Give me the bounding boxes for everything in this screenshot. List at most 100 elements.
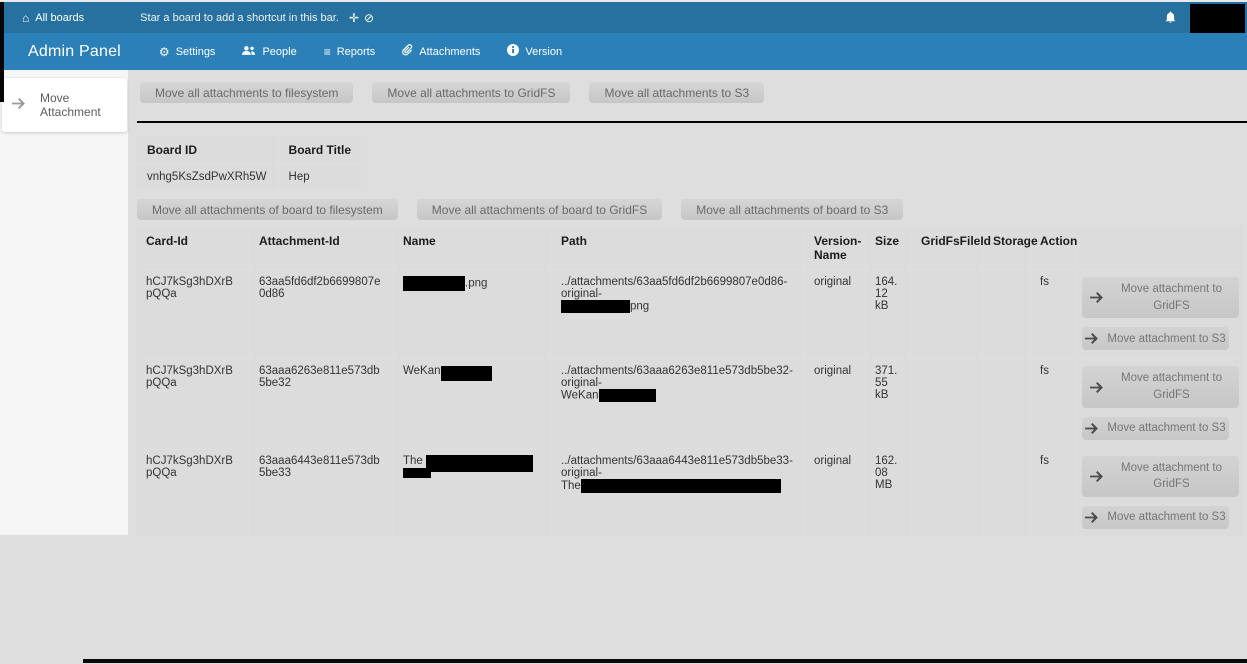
notifications-bell-icon[interactable] [1165, 11, 1176, 24]
tab-attachments-label: Attachments [419, 46, 480, 58]
window-edge-strip [0, 2, 4, 102]
size-cell: 164.12 kB [866, 270, 910, 357]
card-id-header: Card-Id [137, 228, 248, 268]
storage-cell [984, 270, 1029, 357]
move-board-to-filesystem-button[interactable]: Move all attachments of board to filesys… [137, 199, 398, 220]
attachment-id-header: Attachment-Id [250, 228, 392, 268]
paperclip-icon [402, 44, 413, 60]
star-board-hint: Star a board to add a shortcut in this b… [140, 12, 339, 24]
divider [137, 121, 1247, 123]
tab-version[interactable]: Version [507, 44, 562, 60]
tab-people[interactable]: People [242, 44, 296, 60]
main-content: Move all attachments to filesystem Move … [137, 70, 1247, 538]
name-cell: The [394, 449, 550, 536]
all-boards-link[interactable]: ⌂ All boards [22, 12, 84, 24]
move-board-to-s3-button[interactable]: Move all attachments of board to S3 [681, 199, 903, 220]
attachment-id-cell: 63aaa6443e811e573db5be33 [250, 449, 392, 536]
user-menu-redacted[interactable] [1190, 4, 1245, 33]
all-boards-label: All boards [35, 12, 84, 24]
move-attachment-to-s3-button[interactable]: Move attachment to S3 [1082, 327, 1229, 350]
admin-panel-header: Admin Panel ⚙ Settings People ≡ Reports … [0, 33, 1247, 70]
action-cell: fs [1031, 270, 1074, 357]
arrow-right-icon [12, 98, 25, 112]
tab-people-label: People [262, 46, 296, 58]
name-cell: .png [394, 270, 550, 357]
card-id-cell: hCJ7kSg3hDXrBpQQa [137, 270, 248, 357]
action-cell: fs [1031, 449, 1074, 536]
move-cross-icon[interactable]: ✛ [349, 12, 359, 24]
card-id-cell: hCJ7kSg3hDXrBpQQa [137, 359, 248, 446]
move-all-to-filesystem-button[interactable]: Move all attachments to filesystem [140, 82, 353, 103]
board-title-header: Board Title [279, 137, 361, 163]
sidebar-item-label: Move Attachment [40, 91, 117, 119]
action-cell: fs [1031, 359, 1074, 446]
move-attachment-to-gridfs-button[interactable]: Move attachment to GridFS [1082, 277, 1239, 318]
gridfsfileid-header: GridFsFileId [912, 228, 982, 268]
name-header: Name [394, 228, 550, 268]
home-icon: ⌂ [22, 12, 29, 24]
move-board-to-gridfs-button[interactable]: Move all attachments of board to GridFS [417, 199, 662, 220]
attachments-header-row: Card-Id Attachment-Id Name Path Version-… [137, 228, 1243, 268]
redacted-path [581, 479, 781, 493]
tab-settings-label: Settings [176, 46, 216, 58]
redacted-name [426, 455, 533, 472]
tab-reports-label: Reports [337, 46, 376, 58]
buttons-header [1076, 228, 1243, 268]
move-attachment-to-s3-button[interactable]: Move attachment to S3 [1082, 417, 1229, 440]
board-id-cell: vnhg5KsZsdPwXRh5W [137, 165, 277, 190]
bottom-window-bar [83, 659, 1247, 663]
redacted-name [441, 366, 492, 381]
gridfsfileid-cell [912, 270, 982, 357]
gridfsfileid-cell [912, 449, 982, 536]
path-cell: ../attachments/63aaa6443e811e573db5be33-… [552, 449, 803, 536]
row-actions-cell: Move attachment to GridFS Move attachmen… [1076, 449, 1243, 536]
path-cell: ../attachments/63aa5fd6df2b6699807e0d86-… [552, 270, 803, 357]
move-all-to-s3-button[interactable]: Move all attachments to S3 [589, 82, 764, 103]
redacted-name [403, 468, 431, 478]
row-actions-cell: Move attachment to GridFS Move attachmen… [1076, 359, 1243, 446]
attachment-row: hCJ7kSg3hDXrBpQQa 63aaa6443e811e573db5be… [137, 449, 1243, 536]
attachment-id-cell: 63aaa6263e811e573db5be32 [250, 359, 392, 446]
version-name-cell: original [805, 270, 864, 357]
move-all-to-gridfs-button[interactable]: Move all attachments to GridFS [372, 82, 570, 103]
redacted-name [403, 276, 465, 291]
gridfsfileid-cell [912, 359, 982, 446]
size-cell: 162.08 MB [866, 449, 910, 536]
list-icon: ≡ [324, 46, 331, 58]
size-cell: 371.55 kB [866, 359, 910, 446]
board-table-header-row: Board ID Board Title [137, 137, 361, 163]
storage-cell [984, 359, 1029, 446]
storage-cell [984, 449, 1029, 536]
attachment-row: hCJ7kSg3hDXrBpQQa 63aa5fd6df2b6699807e0d… [137, 270, 1243, 357]
board-table: Board ID Board Title vnhg5KsZsdPwXRh5W H… [135, 135, 363, 192]
move-attachment-to-gridfs-button[interactable]: Move attachment to GridFS [1082, 366, 1239, 407]
sidebar: Move Attachment [0, 70, 128, 535]
version-name-cell: original [805, 359, 864, 446]
redacted-path [599, 389, 656, 402]
board-id-header: Board ID [137, 137, 277, 163]
attachments-table: Card-Id Attachment-Id Name Path Version-… [135, 226, 1245, 538]
move-attachment-to-gridfs-button[interactable]: Move attachment to GridFS [1082, 456, 1239, 497]
size-header: Size [866, 228, 910, 268]
tab-attachments[interactable]: Attachments [402, 44, 480, 60]
attachment-id-cell: 63aa5fd6df2b6699807e0d86 [250, 270, 392, 357]
version-name-header: Version-Name [805, 228, 864, 268]
ban-icon[interactable]: ⊘ [364, 12, 374, 24]
tab-version-label: Version [525, 46, 562, 58]
row-actions-cell: Move attachment to GridFS Move attachmen… [1076, 270, 1243, 357]
card-id-cell: hCJ7kSg3hDXrBpQQa [137, 449, 248, 536]
tab-settings[interactable]: ⚙ Settings [159, 44, 216, 60]
move-attachment-to-s3-button[interactable]: Move attachment to S3 [1082, 506, 1229, 529]
path-header: Path [552, 228, 803, 268]
attachment-row: hCJ7kSg3hDXrBpQQa 63aaa6263e811e573db5be… [137, 359, 1243, 446]
board-table-row: vnhg5KsZsdPwXRh5W Hep [137, 165, 361, 190]
version-name-cell: original [805, 449, 864, 536]
redacted-path [561, 300, 630, 313]
board-title-cell: Hep [279, 165, 361, 190]
page-title: Admin Panel [28, 43, 121, 61]
tab-reports[interactable]: ≡ Reports [324, 44, 376, 60]
gear-icon: ⚙ [159, 46, 170, 58]
sidebar-item-move-attachment[interactable]: Move Attachment [2, 78, 127, 132]
top-bar: ⌂ All boards Star a board to add a short… [0, 2, 1247, 33]
name-cell: WeKan [394, 359, 550, 446]
